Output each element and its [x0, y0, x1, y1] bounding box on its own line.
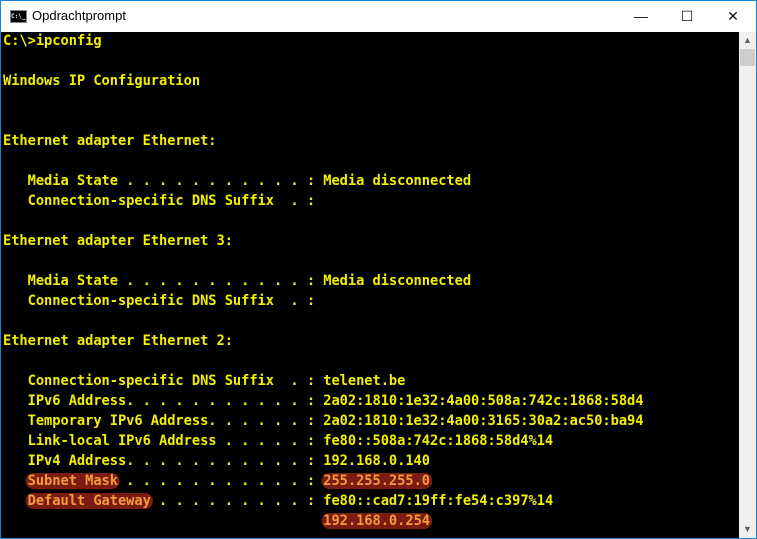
console-text: Ethernet adapter Ethernet 3:	[3, 233, 233, 249]
console-line: Ethernet adapter Ethernet:	[3, 133, 217, 153]
console-text: Windows IP Configuration	[3, 73, 201, 89]
scrollbar-thumb[interactable]	[740, 49, 755, 66]
console-line: Windows IP Configuration	[3, 73, 200, 93]
title-bar[interactable]: C:\_ Opdrachtprompt — ☐ ✕	[1, 1, 756, 32]
console-line: Media State . . . . . . . . . . . : Medi…	[3, 173, 471, 193]
console-text: Connection-specific DNS Suffix . : telen…	[3, 373, 406, 389]
console-text: . . . . . . . . . : fe80::cad7:19ff:fe54…	[150, 493, 554, 509]
console-text: Temporary IPv6 Address. . . . . . : 2a02…	[3, 413, 644, 429]
console-line: Ethernet adapter Ethernet 2:	[3, 333, 233, 353]
console-line: Temporary IPv6 Address. . . . . . : 2a02…	[3, 413, 644, 433]
scroll-up-icon[interactable]: ▲	[739, 32, 756, 49]
console-line: IPv4 Address. . . . . . . . . . . : 192.…	[3, 453, 430, 473]
highlighted-text: 255.255.255.0	[321, 473, 432, 489]
highlighted-text: Default Gateway	[25, 493, 153, 509]
minimize-button[interactable]: —	[618, 1, 664, 32]
console-line: Media State . . . . . . . . . . . : Medi…	[3, 273, 471, 293]
console-text: Ethernet adapter Ethernet:	[3, 133, 217, 149]
console-text: C:\>ipconfig	[3, 33, 102, 49]
highlighted-text: 192.168.0.254	[321, 513, 432, 529]
console-text: Connection-specific DNS Suffix . :	[3, 193, 316, 209]
console-line: Connection-specific DNS Suffix . :	[3, 193, 315, 213]
console-line: Ethernet adapter Ethernet 3:	[3, 233, 233, 253]
console-line: Subnet Mask . . . . . . . . . . . : 255.…	[3, 473, 432, 493]
console-line: Connection-specific DNS Suffix . :	[3, 293, 315, 313]
console-text: IPv4 Address. . . . . . . . . . . : 192.…	[3, 453, 430, 469]
console-text: Media State . . . . . . . . . . . : Medi…	[3, 173, 472, 189]
console-text: Media State . . . . . . . . . . . : Medi…	[3, 273, 472, 289]
close-button[interactable]: ✕	[710, 1, 756, 32]
console-text: IPv6 Address. . . . . . . . . . . : 2a02…	[3, 393, 644, 409]
console-line: Default Gateway . . . . . . . . . : fe80…	[3, 493, 553, 513]
console-line: IPv6 Address. . . . . . . . . . . : 2a02…	[3, 393, 644, 413]
console-text: Connection-specific DNS Suffix . :	[3, 293, 316, 309]
maximize-button[interactable]: ☐	[664, 1, 710, 32]
console-text: Ethernet adapter Ethernet 2:	[3, 333, 233, 349]
console-line: Connection-specific DNS Suffix . : telen…	[3, 373, 406, 393]
console-line: C:\>ipconfig	[3, 33, 102, 53]
vertical-scrollbar[interactable]: ▲ ▼	[739, 32, 756, 538]
scroll-down-icon[interactable]: ▼	[739, 521, 756, 538]
console-text: Link-local IPv6 Address . . . . . : fe80…	[3, 433, 554, 449]
highlighted-text: Subnet Mask	[25, 473, 120, 489]
console-output[interactable]: C:\>ipconfig Windows IP Configuration Ethe…	[1, 32, 740, 538]
console-text: . . . . . . . . . . . :	[117, 473, 324, 489]
command-prompt-window: C:\_ Opdrachtprompt — ☐ ✕ C:\>ipconfig Wi…	[0, 0, 757, 539]
window-title: Opdrachtprompt	[32, 8, 126, 23]
console-line: 192.168.0.254	[3, 513, 432, 533]
console-line: Link-local IPv6 Address . . . . . : fe80…	[3, 433, 554, 453]
cmd-icon: C:\_	[10, 10, 27, 23]
